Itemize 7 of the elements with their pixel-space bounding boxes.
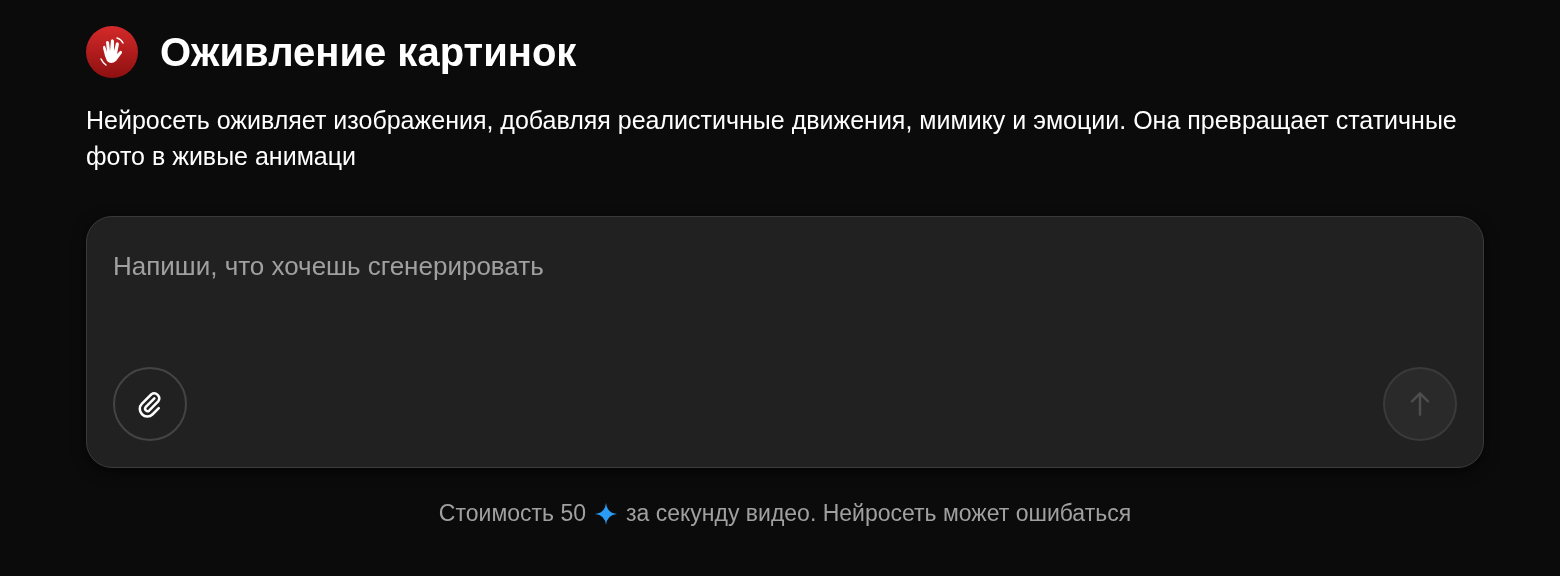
prompt-field[interactable]: Напиши, что хочешь сгенерировать xyxy=(113,251,813,291)
page-title: Оживление картинок xyxy=(160,29,577,75)
hand-icon xyxy=(86,26,138,78)
description: Нейросеть оживляет изображения, добавляя реалистичные движения, мимику и эмоции. Она превращает статичные фото в живые анимаци xyxy=(86,105,1458,172)
attach-button[interactable] xyxy=(113,367,187,441)
disclaimer-text: за секунду видео. Нейросеть может ошибаться xyxy=(626,500,1132,527)
cost-text: Стоимость 50 xyxy=(438,500,586,527)
